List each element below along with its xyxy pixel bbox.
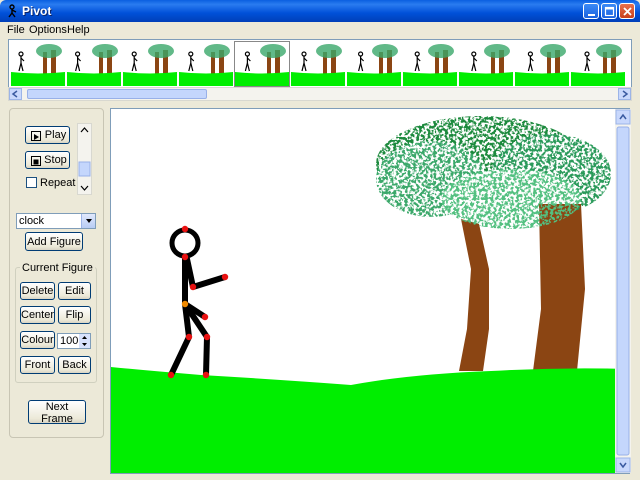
edit-button[interactable]: Edit xyxy=(58,282,91,300)
stop-icon xyxy=(31,156,41,166)
scroll-right-button[interactable] xyxy=(618,88,631,100)
colour-spinner[interactable]: 100 xyxy=(57,333,91,349)
play-label: Play xyxy=(44,129,67,141)
frame-thumbnail[interactable] xyxy=(11,42,65,86)
next-frame-button[interactable]: Next Frame xyxy=(28,400,86,425)
frame-thumbnail[interactable] xyxy=(403,42,457,86)
up-down-icon xyxy=(82,336,87,346)
maximize-button[interactable] xyxy=(601,3,617,19)
maximize-icon xyxy=(604,6,615,17)
play-icon xyxy=(31,131,41,141)
repeat-label: Repeat xyxy=(40,177,76,189)
play-button[interactable]: Play xyxy=(25,126,70,144)
tree-trunk-right xyxy=(533,204,585,371)
frame-thumbnail[interactable] xyxy=(67,42,121,86)
chevron-down-icon xyxy=(86,219,92,223)
speed-scrollbar[interactable] xyxy=(77,123,92,195)
canvas-scrollbar-graphic xyxy=(615,109,631,473)
minimize-button[interactable] xyxy=(583,3,599,19)
colour-button[interactable]: Colour xyxy=(20,331,55,349)
animation-canvas[interactable] xyxy=(110,108,630,474)
back-button[interactable]: Back xyxy=(58,356,91,374)
dropdown-button[interactable] xyxy=(81,214,95,228)
frame-thumbnail[interactable] xyxy=(347,42,401,86)
grass-ground xyxy=(111,367,629,473)
close-button[interactable] xyxy=(619,3,635,19)
menu-options[interactable]: Options xyxy=(29,24,67,36)
frame-thumbnail[interactable] xyxy=(123,42,177,86)
frame-thumbnail[interactable] xyxy=(459,42,513,86)
center-button[interactable]: Center xyxy=(20,306,55,324)
stop-button[interactable]: Stop xyxy=(25,151,70,169)
minimize-icon xyxy=(588,14,595,16)
canvas-vertical-scrollbar[interactable] xyxy=(615,109,631,473)
menu-help[interactable]: Help xyxy=(67,24,90,36)
scroll-thumb[interactable] xyxy=(27,89,207,99)
tree-trunk-left xyxy=(459,219,489,371)
frame-thumbnail[interactable] xyxy=(234,41,290,87)
spinner-arrows[interactable] xyxy=(79,334,90,348)
frame-thumbnail[interactable] xyxy=(291,42,345,86)
chevron-right-icon xyxy=(622,90,629,98)
flip-button[interactable]: Flip xyxy=(58,306,91,324)
close-icon xyxy=(623,7,632,16)
stick-figure[interactable] xyxy=(168,227,228,378)
window-title: Pivot xyxy=(22,4,52,18)
delete-button[interactable]: Delete xyxy=(20,282,55,300)
scroll-left-button[interactable] xyxy=(9,88,22,100)
menu-bar: File Options Help xyxy=(0,22,640,38)
frame-thumbnail[interactable] xyxy=(515,42,569,86)
frame-thumbnail[interactable] xyxy=(571,42,625,86)
colour-value: 100 xyxy=(60,335,79,347)
scene xyxy=(111,116,629,473)
app-stickman-icon xyxy=(8,4,17,18)
front-button[interactable]: Front xyxy=(20,356,55,374)
stop-label: Stop xyxy=(44,154,67,166)
speed-scrollbar-graphic xyxy=(78,127,91,191)
figure-type-select[interactable]: clock xyxy=(16,213,96,229)
repeat-checkbox[interactable] xyxy=(26,177,37,188)
menu-file[interactable]: File xyxy=(7,24,25,36)
figure-type-value: clock xyxy=(19,215,45,227)
title-bar: Pivot xyxy=(0,0,640,22)
chevron-left-icon xyxy=(11,90,18,98)
add-figure-button[interactable]: Add Figure xyxy=(25,232,83,251)
current-figure-label: Current Figure xyxy=(20,262,95,274)
frame-strip-scrollbar[interactable] xyxy=(8,87,632,101)
frame-thumbnail[interactable] xyxy=(179,42,233,86)
